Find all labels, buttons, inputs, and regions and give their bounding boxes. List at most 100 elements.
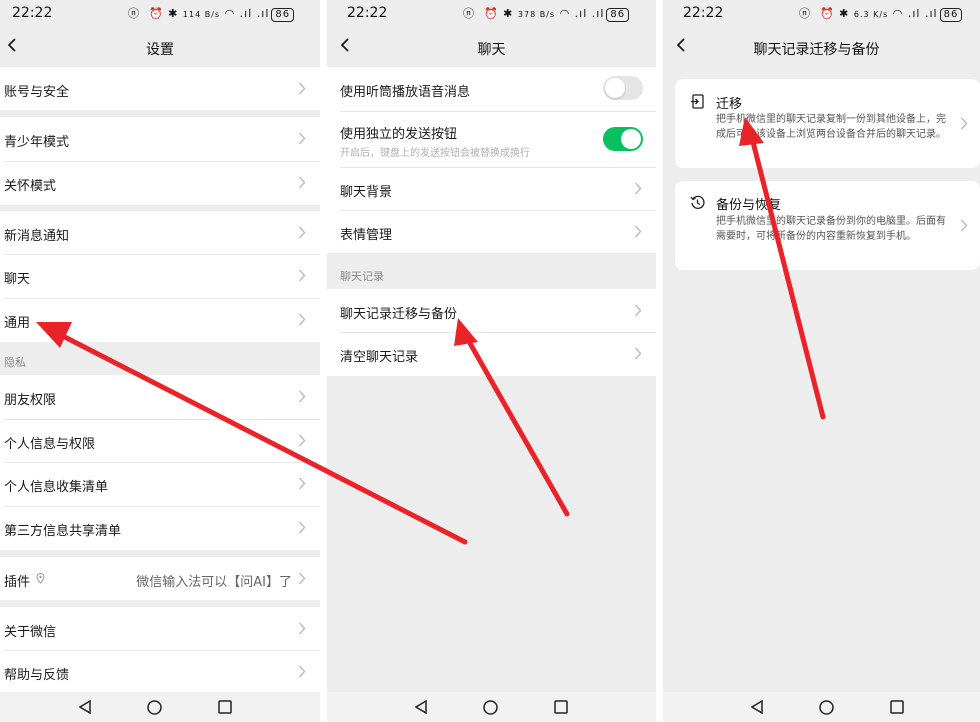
chat-settings-group: 使用听筒播放语音消息 使用独立的发送按钮 开启后，键盘上的发送按钮会被替换成换行…	[327, 67, 656, 253]
battery-indicator: 86	[271, 8, 295, 22]
status-bar: 22:22 ⓝ ⏰ ✱ 378 B/s ◠ .ıl .ıl 86	[327, 0, 656, 26]
net-speed: 378 B/s	[517, 10, 556, 19]
settings-group-about: 关于微信 帮助与反馈	[0, 607, 320, 693]
settings-row-collect[interactable]: 个人信息收集清单	[0, 462, 320, 506]
status-icons: ⓝ ⏰ ✱ 6.3 K/s ◠ .ıl .ıl 86	[799, 5, 963, 22]
settings-screen: 22:22 ⓝ ⏰ ✱ 114 B/s ◠ .ıl .ıl 86 设置 账号与安全…	[0, 0, 320, 722]
chevron-right-icon	[635, 304, 642, 317]
row-label: 第三方信息共享清单	[4, 524, 122, 539]
send-button-toggle[interactable]	[603, 127, 643, 151]
settings-row-care[interactable]: 关怀模式	[0, 161, 320, 205]
chevron-right-icon	[299, 521, 306, 534]
row-label: 账号与安全	[4, 85, 70, 100]
settings-row-account[interactable]: 账号与安全	[0, 67, 320, 111]
triangle-back-icon[interactable]	[78, 700, 92, 714]
chevron-right-icon	[299, 572, 306, 585]
net-speed: 6.3 K/s	[853, 10, 889, 19]
status-bar: 22:22 ⓝ ⏰ ✱ 114 B/s ◠ .ıl .ıl 86	[0, 0, 320, 26]
chat-history-group: 聊天记录迁移与备份 清空聊天记录	[327, 289, 656, 376]
circle-home-icon[interactable]	[483, 700, 498, 715]
row-label: 个人信息与权限	[4, 437, 96, 452]
triangle-back-icon[interactable]	[414, 700, 428, 714]
chevron-right-icon	[299, 313, 306, 326]
row-label: 插件	[4, 575, 31, 590]
chat-settings-screen: 22:22 ⓝ ⏰ ✱ 378 B/s ◠ .ıl .ıl 86 聊天 使用听筒播…	[327, 0, 656, 722]
chevron-right-icon	[299, 477, 306, 490]
net-speed: 114 B/s	[182, 10, 221, 19]
settings-row-personal[interactable]: 个人信息与权限	[0, 419, 320, 463]
settings-row-third-party[interactable]: 第三方信息共享清单	[0, 506, 320, 550]
card-title: 备份与恢复	[716, 198, 782, 213]
card-description: 把手机微信里的聊天记录备份到你的电脑里。后面有需要时，可将所备份的内容重新恢复到…	[716, 216, 946, 242]
history-icon	[690, 195, 705, 209]
title-bar: 设置	[0, 28, 320, 68]
chat-row-background[interactable]: 聊天背景	[327, 167, 656, 211]
chat-row-send-button: 使用独立的发送按钮 开启后，键盘上的发送按钮会被替换成换行	[327, 111, 656, 167]
settings-row-plugins[interactable]: 插件 微信输入法可以【问AI】了	[0, 557, 320, 601]
title-bar: 聊天	[327, 28, 656, 68]
chevron-right-icon	[299, 434, 306, 447]
section-header-history: 聊天记录	[340, 270, 384, 283]
row-label: 使用独立的发送按钮	[340, 127, 458, 142]
location-pin-icon	[36, 573, 45, 584]
settings-row-friends[interactable]: 朋友权限	[0, 375, 320, 419]
square-recent-icon[interactable]	[890, 700, 904, 714]
row-label: 使用听筒播放语音消息	[340, 85, 471, 100]
earpiece-toggle[interactable]	[603, 76, 643, 100]
backup-card[interactable]: 备份与恢复 把手机微信里的聊天记录备份到你的电脑里。后面有需要时，可将所备份的内…	[675, 181, 980, 270]
card-title: 迁移	[716, 97, 743, 112]
status-icons: ⓝ ⏰ ✱ 378 B/s ◠ .ıl .ıl 86	[463, 5, 630, 22]
toggle-knob	[621, 129, 641, 149]
chat-row-clear[interactable]: 清空聊天记录	[327, 332, 656, 376]
circle-home-icon[interactable]	[147, 700, 162, 715]
circle-home-icon[interactable]	[819, 700, 834, 715]
row-label: 朋友权限	[4, 393, 57, 408]
row-label: 个人信息收集清单	[4, 480, 109, 495]
settings-row-youth[interactable]: 青少年模式	[0, 117, 320, 161]
triangle-back-icon[interactable]	[750, 700, 764, 714]
settings-group-2: 青少年模式 关怀模式	[0, 117, 320, 205]
status-bar: 22:22 ⓝ ⏰ ✱ 6.3 K/s ◠ .ıl .ıl 86	[663, 0, 980, 26]
status-icons: ⓝ ⏰ ✱ 114 B/s ◠ .ıl .ıl 86	[128, 5, 295, 22]
chevron-right-icon	[299, 622, 306, 635]
page-title: 聊天	[477, 42, 506, 58]
row-label: 帮助与反馈	[4, 668, 70, 683]
migrate-backup-screen: 22:22 ⓝ ⏰ ✱ 6.3 K/s ◠ .ıl .ıl 86 聊天记录迁移与备…	[663, 0, 980, 722]
row-label: 新消息通知	[4, 229, 70, 244]
battery-indicator: 86	[606, 8, 630, 22]
settings-group-plugins: 插件 微信输入法可以【问AI】了	[0, 557, 320, 600]
card-description: 把手机微信里的聊天记录复制一份到其他设备上，完成后可在该设备上浏览两台设备合并后…	[716, 114, 946, 140]
page-title: 设置	[146, 42, 174, 58]
chevron-right-icon	[961, 117, 968, 130]
row-sublabel: 开启后，键盘上的发送按钮会被替换成换行	[340, 148, 530, 159]
chevron-right-icon	[299, 176, 306, 189]
chevron-right-icon	[299, 665, 306, 678]
chat-row-migrate[interactable]: 聊天记录迁移与备份	[327, 289, 656, 333]
row-label: 表情管理	[340, 228, 393, 243]
settings-row-general[interactable]: 通用	[0, 298, 320, 342]
system-nav-bar	[663, 692, 980, 722]
row-label: 聊天记录迁移与备份	[340, 307, 458, 322]
settings-row-chat[interactable]: 聊天	[0, 254, 320, 298]
settings-row-notify[interactable]: 新消息通知	[0, 211, 320, 255]
status-time: 22:22	[347, 5, 388, 21]
chat-row-stickers[interactable]: 表情管理	[327, 210, 656, 254]
row-label: 关于微信	[4, 625, 57, 640]
system-nav-bar	[327, 692, 656, 722]
plugins-value: 微信输入法可以【问AI】了	[136, 575, 292, 590]
chevron-right-icon	[635, 225, 642, 238]
transfer-icon	[691, 94, 704, 109]
chevron-right-icon	[635, 347, 642, 360]
square-recent-icon[interactable]	[554, 700, 568, 714]
migrate-card[interactable]: 迁移 把手机微信里的聊天记录复制一份到其他设备上，完成后可在该设备上浏览两台设备…	[675, 79, 980, 168]
chat-row-earpiece: 使用听筒播放语音消息	[327, 67, 656, 111]
page-title: 聊天记录迁移与备份	[753, 42, 880, 58]
settings-row-help[interactable]: 帮助与反馈	[0, 650, 320, 694]
status-time: 22:22	[12, 5, 53, 21]
square-recent-icon[interactable]	[218, 700, 232, 714]
row-label: 聊天背景	[340, 185, 393, 200]
chevron-right-icon	[299, 82, 306, 95]
chevron-right-icon	[299, 226, 306, 239]
chevron-right-icon	[299, 390, 306, 403]
settings-row-about[interactable]: 关于微信	[0, 607, 320, 651]
